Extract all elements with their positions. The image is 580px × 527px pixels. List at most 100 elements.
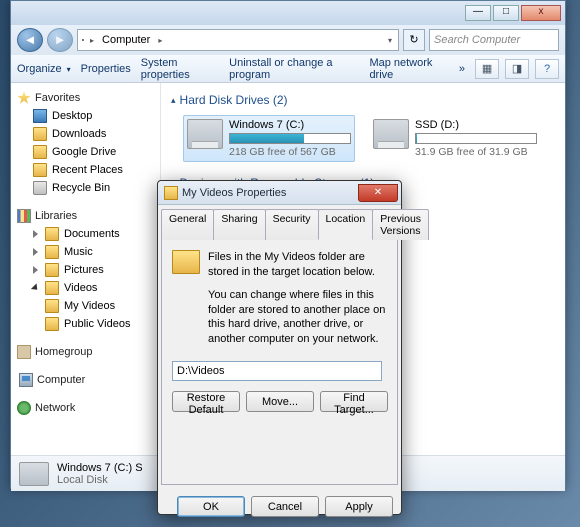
folder-icon (45, 227, 59, 241)
dialog-close-button[interactable]: ✕ (358, 184, 398, 202)
tab-panel-location: Files in the My Videos folder are stored… (161, 239, 398, 485)
ok-button[interactable]: OK (177, 496, 245, 517)
sidebar-item-documents[interactable]: Documents (13, 225, 158, 243)
sidebar-item-googledrive[interactable]: Google Drive (13, 143, 158, 161)
address-dropdown-icon[interactable]: ▾ (386, 36, 394, 45)
star-icon (17, 91, 31, 105)
sidebar-item-myvideos[interactable]: My Videos (13, 297, 158, 315)
tab-sharing[interactable]: Sharing (213, 209, 265, 240)
computer-icon (82, 39, 84, 41)
address-bar: ◄ ► ▸ Computer ▸ ▾ ↻ Search Computer (11, 25, 565, 55)
folder-icon (45, 281, 59, 295)
sidebar-item-downloads[interactable]: Downloads (13, 125, 158, 143)
move-button[interactable]: Move... (246, 391, 314, 412)
sidebar-item-publicvideos[interactable]: Public Videos (13, 315, 158, 333)
folder-icon (45, 263, 59, 277)
tab-general[interactable]: General (161, 209, 214, 240)
computer-icon (19, 373, 33, 387)
location-description-2: You can change where files in this folde… (208, 288, 387, 347)
chevron-right-icon: ▸ (156, 36, 164, 45)
ssd-icon (373, 119, 409, 149)
drive-name: Windows 7 (C:) (229, 119, 351, 131)
sidebar-item-pictures[interactable]: Pictures (13, 261, 158, 279)
drive-free-text: 31.9 GB free of 31.9 GB (415, 146, 537, 158)
sidebar-libraries-header[interactable]: Libraries (13, 207, 158, 225)
restore-default-button[interactable]: Restore Default (172, 391, 240, 412)
view-options-button[interactable]: ▦ (475, 59, 499, 79)
tab-location[interactable]: Location (318, 209, 374, 240)
navigation-pane: Favorites Desktop Downloads Google Drive… (11, 83, 161, 455)
drive-free-text: 218 GB free of 567 GB (229, 146, 351, 158)
sidebar-item-recyclebin[interactable]: Recycle Bin (13, 179, 158, 197)
breadcrumb-computer[interactable]: Computer (100, 34, 152, 46)
nav-back-button[interactable]: ◄ (17, 28, 43, 52)
tab-previous-versions[interactable]: Previous Versions (372, 209, 429, 240)
cancel-button[interactable]: Cancel (251, 496, 319, 517)
group-hard-disk-drives[interactable]: Hard Disk Drives (2) (171, 89, 555, 111)
status-drive-name: Windows 7 (C:) S (57, 462, 143, 474)
collapse-icon[interactable] (31, 283, 40, 292)
sidebar-network-header[interactable]: Network (13, 399, 158, 417)
hdd-icon (187, 119, 223, 149)
expand-icon[interactable] (33, 248, 38, 256)
status-drive-type: Local Disk (57, 474, 143, 486)
drive-usage-bar (229, 133, 351, 144)
preview-pane-button[interactable]: ◨ (505, 59, 529, 79)
chevron-right-icon: ▸ (88, 36, 96, 45)
sidebar-homegroup-header[interactable]: Homegroup (13, 343, 158, 361)
location-path-input[interactable] (172, 361, 382, 381)
desktop-icon (33, 109, 47, 123)
network-icon (17, 401, 31, 415)
toolbar-organize[interactable]: Organize (17, 63, 71, 75)
folder-icon (45, 299, 59, 313)
folder-icon (164, 186, 178, 200)
sidebar-item-music[interactable]: Music (13, 243, 158, 261)
search-input[interactable]: Search Computer (429, 29, 559, 51)
folder-icon (33, 127, 47, 141)
minimize-button[interactable]: — (465, 5, 491, 21)
toolbar-map-drive[interactable]: Map network drive (369, 57, 448, 81)
drive-c[interactable]: Windows 7 (C:) 218 GB free of 567 GB (183, 115, 355, 162)
toolbar-uninstall[interactable]: Uninstall or change a program (229, 57, 359, 81)
folder-icon (33, 163, 47, 177)
dialog-titlebar[interactable]: My Videos Properties ✕ (158, 181, 401, 205)
toolbar-properties[interactable]: Properties (81, 63, 131, 75)
find-target-button[interactable]: Find Target... (320, 391, 388, 412)
tab-security[interactable]: Security (265, 209, 319, 240)
nav-forward-button[interactable]: ► (47, 28, 73, 52)
refresh-button[interactable]: ↻ (403, 29, 425, 51)
location-description-1: Files in the My Videos folder are stored… (208, 250, 387, 280)
dialog-button-row: OK Cancel Apply (158, 488, 401, 527)
properties-dialog: My Videos Properties ✕ General Sharing S… (157, 180, 402, 515)
drive-name: SSD (D:) (415, 119, 537, 131)
sidebar-computer-header[interactable]: Computer (13, 371, 158, 389)
toolbar-overflow[interactable]: » (459, 63, 465, 75)
folder-icon (45, 245, 59, 259)
help-button[interactable]: ? (535, 59, 559, 79)
window-titlebar: — □ x (11, 1, 565, 25)
drive-usage-bar (415, 133, 537, 144)
recycle-bin-icon (33, 181, 47, 195)
dialog-tabs: General Sharing Security Location Previo… (161, 209, 398, 240)
expand-icon[interactable] (33, 266, 38, 274)
dialog-title: My Videos Properties (182, 187, 358, 199)
apply-button[interactable]: Apply (325, 496, 393, 517)
drive-d[interactable]: SSD (D:) 31.9 GB free of 31.9 GB (369, 115, 541, 162)
expand-icon[interactable] (33, 230, 38, 238)
sidebar-item-recent[interactable]: Recent Places (13, 161, 158, 179)
maximize-button[interactable]: □ (493, 5, 519, 21)
toolbar-system-properties[interactable]: System properties (141, 57, 219, 81)
sidebar-item-desktop[interactable]: Desktop (13, 107, 158, 125)
homegroup-icon (17, 345, 31, 359)
close-button[interactable]: x (521, 5, 561, 21)
folder-icon (172, 250, 200, 274)
search-placeholder: Search Computer (434, 34, 520, 46)
sidebar-favorites-header[interactable]: Favorites (13, 89, 158, 107)
toolbar: Organize Properties System properties Un… (11, 55, 565, 83)
folder-icon (45, 317, 59, 331)
folder-icon (33, 145, 47, 159)
hdd-icon (19, 462, 49, 486)
address-box[interactable]: ▸ Computer ▸ ▾ (77, 29, 399, 51)
sidebar-item-videos[interactable]: Videos (13, 279, 158, 297)
libraries-icon (17, 209, 31, 223)
